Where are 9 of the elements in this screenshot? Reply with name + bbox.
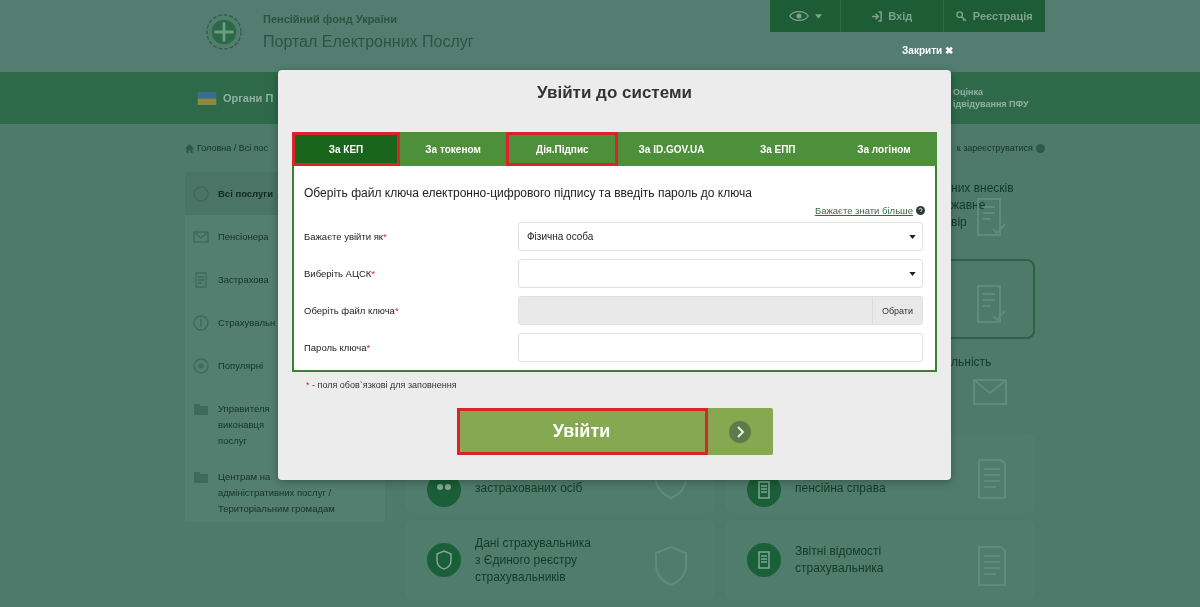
breadcrumb: Головна / Всі пос: [185, 143, 269, 153]
register-hint: к зареєструватися: [956, 143, 1045, 153]
field-label: Виберіть АЦСК*: [304, 268, 377, 279]
required-note: * - поля обов`язкові для заповнення: [306, 380, 458, 390]
dialog-title: Увійти до системи: [536, 83, 693, 104]
field-label: Оберіть файл ключа*: [304, 305, 400, 316]
field-label: Бажаєте увійти як*: [304, 231, 388, 242]
field-label: Пароль ключа*: [304, 342, 372, 353]
form-heading: Оберіть файл ключа електронно-цифрового підпису та введіть пароль до ключа: [304, 185, 753, 200]
